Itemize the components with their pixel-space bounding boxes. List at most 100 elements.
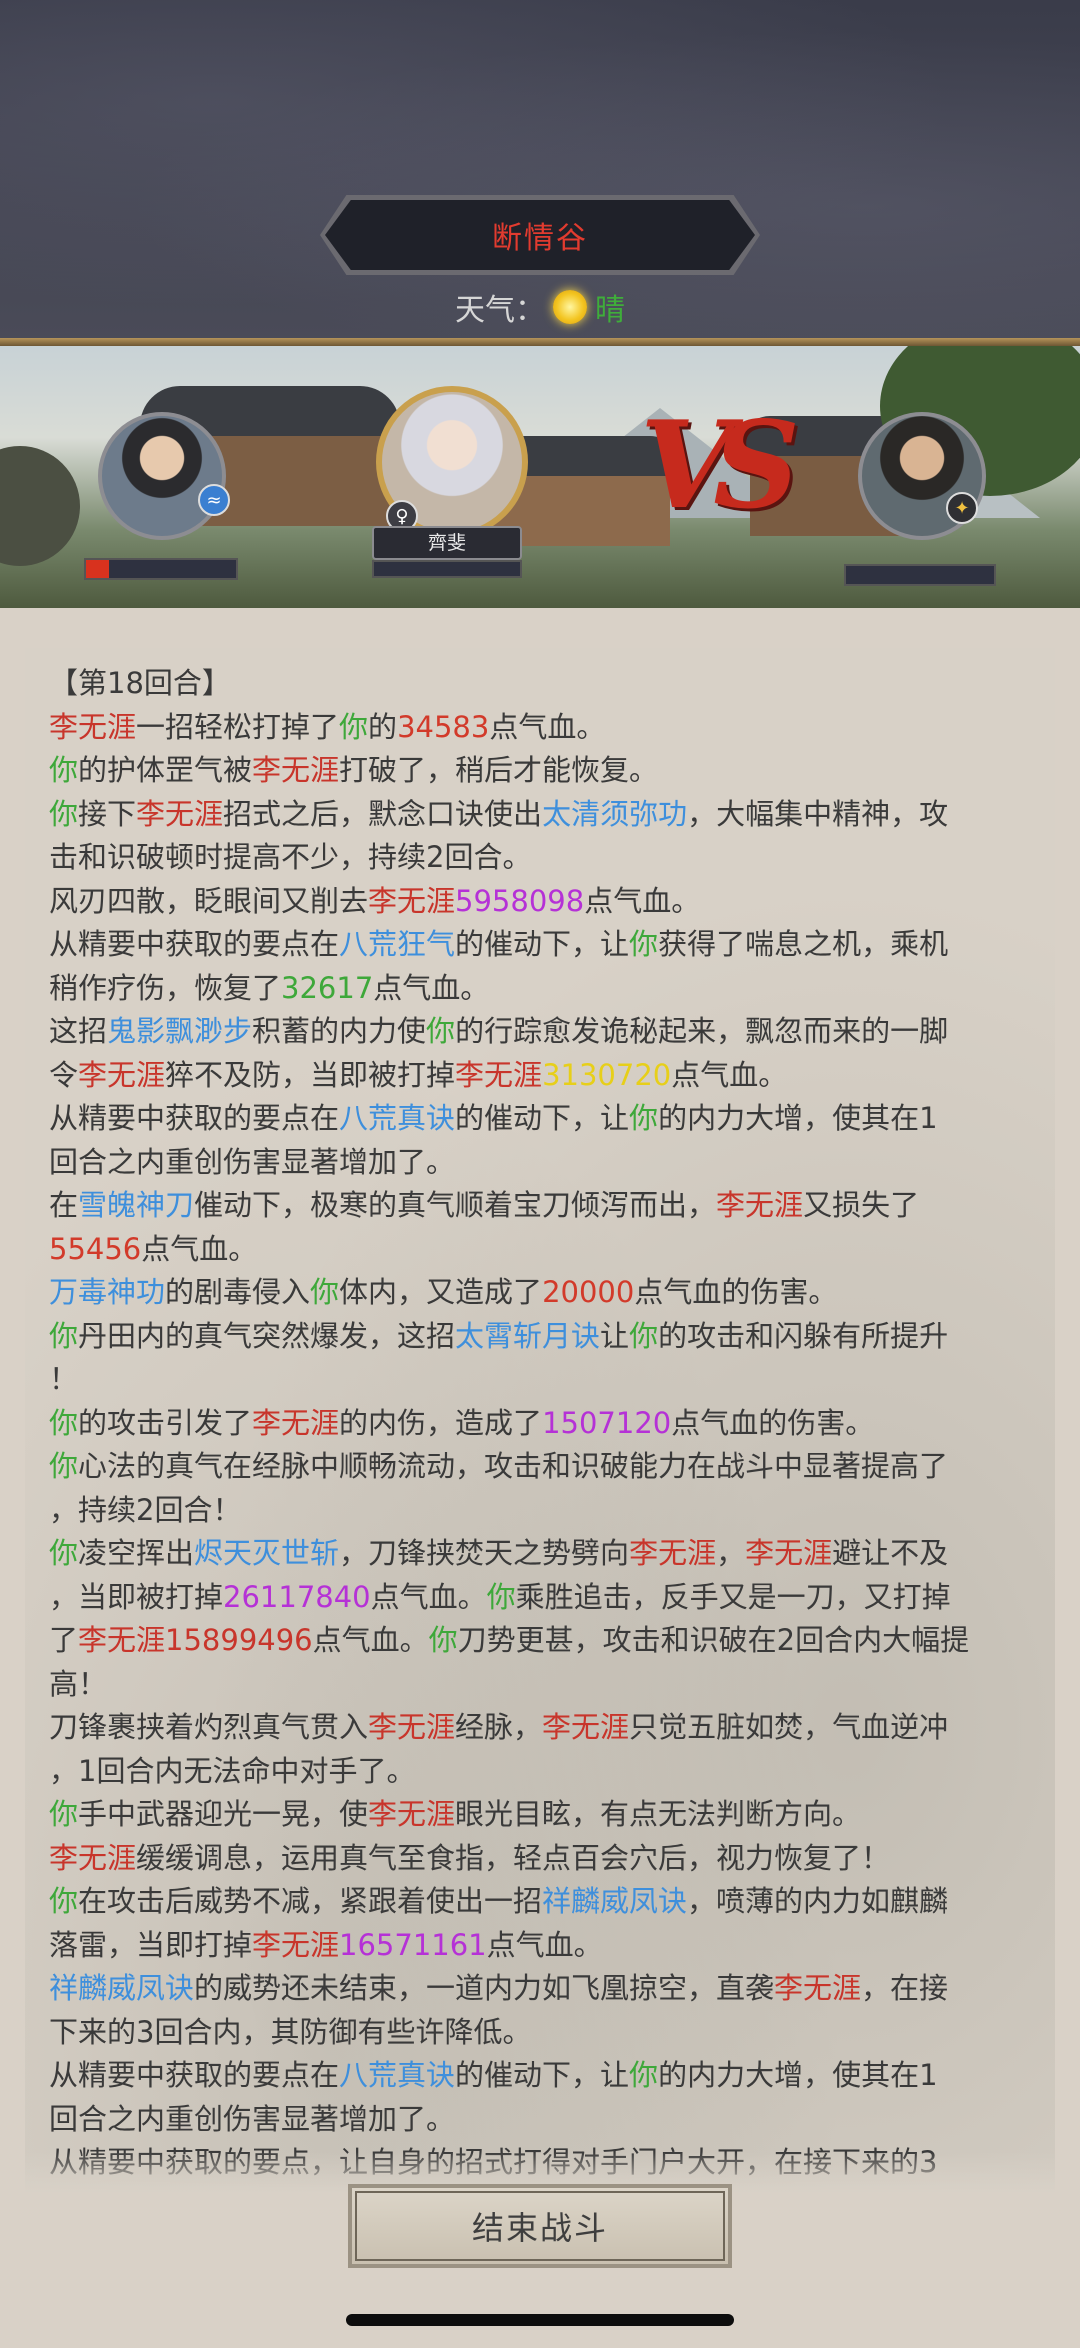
- enemy-class-badge-icon: ✦: [946, 492, 978, 524]
- log-segment-default: 乘胜追击，反手又是一刀，又打掉: [515, 1579, 951, 1614]
- log-segment-self: 你: [339, 709, 369, 744]
- log-segment-enemy: 李无涯: [252, 753, 340, 787]
- log-segment-skill: 鬼影飘渺步: [107, 1014, 253, 1048]
- log-segment-default: 积蓄的内力使: [252, 1014, 427, 1048]
- log-segment-enemy: 李无涯: [78, 1057, 166, 1092]
- log-segment-skill: 祥麟威凤诀: [542, 1884, 688, 1918]
- log-segment-num-green: 32617: [281, 970, 374, 1005]
- log-segment-enemy: 李无涯: [368, 883, 456, 918]
- log-segment-num-red: 55456: [49, 1231, 142, 1266]
- battle-scene: ≈ ♀ 齊斐 VS ✦: [0, 346, 1080, 608]
- log-segment-self: 你: [310, 1275, 340, 1309]
- log-line: 李无涯一招轻松打掉了你的34583点气血。: [49, 706, 1037, 750]
- pillar: [0, 446, 80, 566]
- log-line: 回合之内重创伤害显著增加了。: [49, 2098, 1037, 2142]
- log-segment-default: 高！: [49, 1666, 108, 1701]
- log-segment-default: 点气血的伤害。: [634, 1275, 838, 1309]
- log-segment-default: 招式之后，默念口诀使出: [223, 796, 543, 831]
- log-segment-default: 的攻击和闪躲有所提升: [658, 1318, 949, 1353]
- log-segment-default: 心法的真气在经脉中顺畅流动，攻击和识破能力在战斗中显著提高了: [78, 1449, 949, 1483]
- log-segment-default: 从精要中获取的要点在: [49, 1101, 340, 1135]
- player-class-badge-icon: ≈: [198, 484, 230, 516]
- log-segment-self: 你: [629, 1101, 659, 1135]
- log-line: 在雪魄神刀催动下，极寒的真气顺着宝刀倾泻而出，李无涯又损失了: [49, 1184, 1037, 1228]
- log-line: 令李无涯猝不及防，当即被打掉李无涯3130720点气血。: [49, 1054, 1037, 1098]
- log-segment-enemy: 李无涯: [716, 1188, 804, 1222]
- log-segment-default: 点气血。: [489, 709, 606, 744]
- log-segment-num-purple: 16571161: [339, 1927, 487, 1962]
- log-segment-default: 风刃四散，眨眼间又削去: [49, 883, 369, 918]
- log-segment-default: 点气血。: [584, 883, 701, 918]
- log-segment-default: 在: [49, 1188, 79, 1222]
- log-segment-default: 的护体罡气被: [78, 753, 253, 787]
- log-segment-default: 的内伤，造成了: [339, 1405, 543, 1440]
- log-segment-default: 点气血。: [370, 1579, 487, 1614]
- player-avatar[interactable]: [98, 412, 226, 540]
- log-line: 从精要中获取的要点在八荒真诀的催动下，让你的内力大增，使其在1: [49, 2054, 1037, 2098]
- log-segment-self: 你: [49, 1797, 79, 1831]
- log-segment-default: 回合之内重创伤害显著增加了。: [49, 1144, 456, 1179]
- log-segment-default: 的攻击引发了: [78, 1405, 253, 1440]
- ally-name-plate: 齊斐: [372, 526, 522, 560]
- log-segment-default: 的内力大增，使其在1: [658, 2058, 938, 2092]
- log-segment-default: 一招轻松打掉了: [136, 709, 340, 744]
- log-segment-skill: 八荒真诀: [339, 2058, 456, 2092]
- log-segment-skill: 祥麟威凤诀: [49, 1971, 195, 2005]
- log-segment-default: 点气血。: [486, 1927, 603, 1962]
- ally-hp-bar: [372, 560, 522, 578]
- log-segment-default: 了: [49, 1623, 79, 1657]
- log-segment-self: 你: [49, 1405, 79, 1440]
- ally-name: 齊斐: [427, 532, 466, 554]
- home-indicator: [346, 2314, 734, 2326]
- log-segment-num-yellow: 3130720: [542, 1057, 672, 1092]
- log-line: 你心法的真气在经脉中顺畅流动，攻击和识破能力在战斗中显著提高了: [49, 1445, 1037, 1489]
- log-segment-default: 击和识破顿时提高不少，持续2回合。: [49, 840, 532, 874]
- log-segment-self: 你: [629, 2058, 659, 2092]
- weather-row: 天气： 晴: [0, 282, 1080, 332]
- log-line: 55456点气血。: [49, 1228, 1037, 1272]
- log-segment-enemy: 李无涯: [368, 1797, 456, 1831]
- log-line: 【第18回合】: [49, 662, 1037, 706]
- log-segment-enemy: 李无涯: [252, 1405, 340, 1440]
- log-line: 你手中武器迎光一晃，使李无涯眼光目眩，有点无法判断方向。: [49, 1793, 1037, 1837]
- log-segment-default: 点气血。: [671, 1057, 788, 1092]
- log-segment-default: 点气血的伤害。: [671, 1405, 875, 1440]
- log-segment-default: 缓缓调息，运用真气至食指，轻点百会穴后，视力恢复了！: [136, 1840, 891, 1875]
- enemy-hp-bar: [844, 564, 996, 586]
- log-segment-enemy: 李无涯: [629, 1536, 717, 1570]
- log-line: 你在攻击后威势不减，紧跟着使出一招祥麟威凤诀，喷薄的内力如麒麟: [49, 1880, 1037, 1924]
- log-segment-self: 你: [629, 927, 659, 961]
- log-segment-default: 接下: [78, 796, 137, 831]
- location-title-plate: 断情谷: [325, 200, 755, 270]
- end-battle-button[interactable]: 结束战斗: [348, 2184, 732, 2268]
- battle-log-panel[interactable]: 【第18回合】 李无涯一招轻松打掉了你的34583点气血。 你的护体罡气被李无涯打破…: [25, 648, 1055, 2192]
- log-segment-enemy: 李无涯: [774, 1971, 862, 2005]
- log-segment-default: ，1回合内无法命中对手了。: [49, 1753, 416, 1788]
- log-segment-enemy: 李无涯: [49, 1840, 137, 1875]
- log-segment-default: 点气血。: [312, 1623, 429, 1657]
- log-segment-num-purple: 5958098: [455, 883, 585, 918]
- top-banner: 断情谷 天气： 晴: [0, 0, 1080, 342]
- log-segment-skill: 太霄斩月诀: [455, 1318, 601, 1353]
- log-segment-default: 点气血。: [141, 1231, 258, 1266]
- log-line: ，1回合内无法命中对手了。: [49, 1750, 1037, 1794]
- log-line: 了李无涯15899496点气血。你刀势更甚，攻击和识破在2回合内大幅提: [49, 1619, 1037, 1663]
- log-segment-enemy: 李无涯: [745, 1536, 833, 1570]
- log-segment-self: 你: [49, 1449, 79, 1483]
- log-line: 你接下李无涯招式之后，默念口诀使出太清须弥功，大幅集中精神，攻: [49, 793, 1037, 837]
- log-segment-skill: 太清须弥功: [542, 796, 688, 831]
- log-segment-default: 只觉五脏如焚，气血逆冲: [629, 1710, 949, 1744]
- log-segment-default: 这招: [49, 1014, 108, 1048]
- log-line: ，当即被打掉26117840点气血。你乘胜追击，反手又是一刀，又打掉: [49, 1576, 1037, 1620]
- log-segment-default: 让: [600, 1318, 630, 1353]
- log-segment-self: 你: [49, 753, 79, 787]
- log-segment-default: 眼光目眩，有点无法判断方向。: [455, 1797, 862, 1831]
- log-segment-default: 手中武器迎光一晃，使: [78, 1797, 369, 1831]
- log-segment-self: 你: [49, 1884, 79, 1918]
- log-segment-default: 点气血。: [373, 970, 490, 1005]
- log-line: 落雷，当即打掉李无涯16571161点气血。: [49, 1924, 1037, 1968]
- log-segment-num-purple: 1507120: [542, 1405, 672, 1440]
- log-segment-default: 凌空挥出: [78, 1536, 195, 1570]
- battle-log: 【第18回合】 李无涯一招轻松打掉了你的34583点气血。 你的护体罡气被李无涯打破…: [49, 662, 1037, 2185]
- log-line: ，持续2回合！: [49, 1489, 1037, 1533]
